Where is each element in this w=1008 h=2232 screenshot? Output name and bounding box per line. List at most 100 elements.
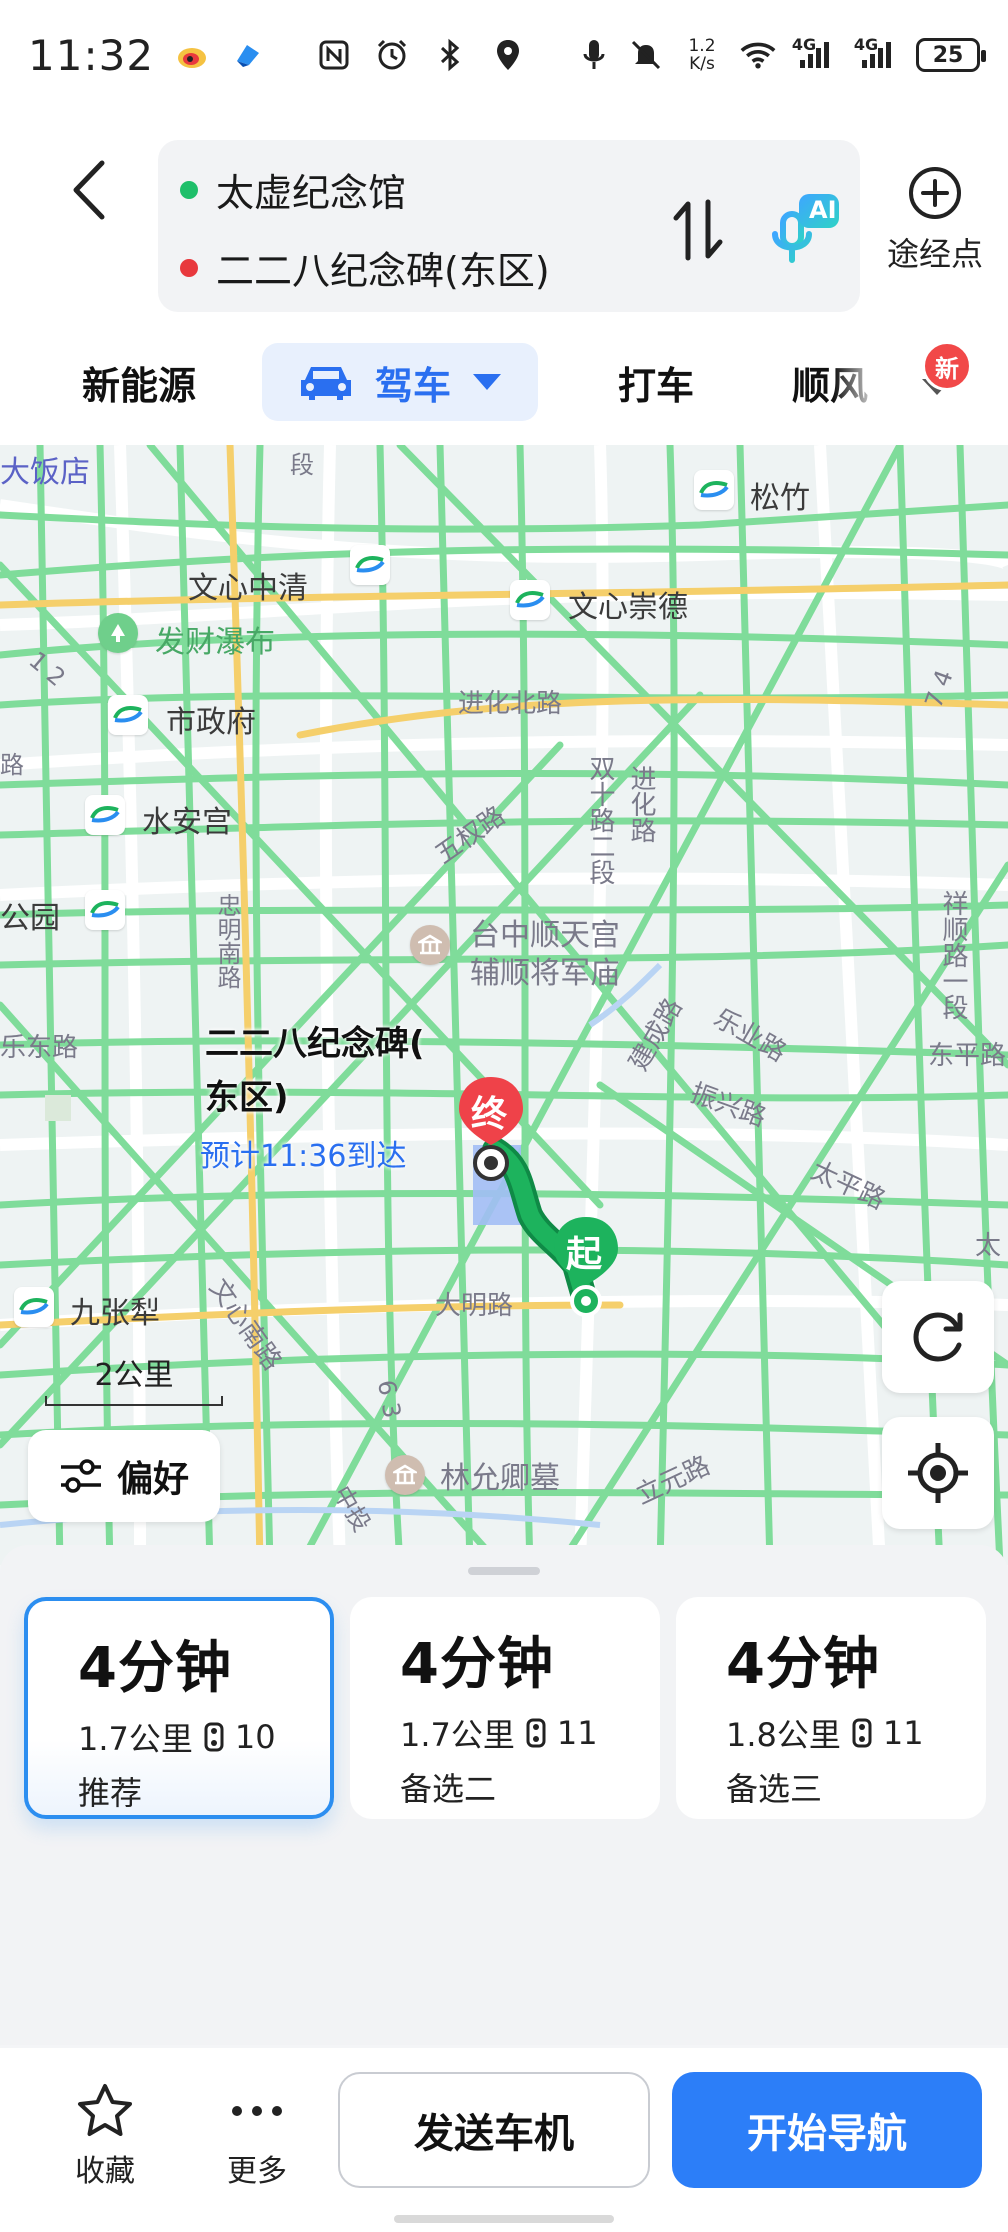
route-duration: 4分钟 xyxy=(400,1632,554,1697)
battery-icon: 25 xyxy=(916,38,986,72)
route-duration: 4分钟 xyxy=(78,1636,232,1701)
route-meta: 1.7公里 11 xyxy=(400,1714,598,1754)
map-label-shizhengfu: 市政府 xyxy=(166,705,256,740)
alarm-icon xyxy=(374,37,410,73)
send-to-car-button[interactable]: 发送车机 xyxy=(338,2072,650,2188)
start-dot xyxy=(180,180,198,199)
bluetooth-icon xyxy=(432,37,468,73)
map-label-dongping: 东平路 xyxy=(928,1041,1007,1071)
app-icon xyxy=(230,37,266,73)
map-label-shuianguan: 水安宫 xyxy=(142,805,232,840)
destination-title: 二二八纪念碑( 东区) xyxy=(205,1024,425,1118)
plus-circle-icon xyxy=(909,167,961,219)
map-label-jiuzhangli: 九张犁 xyxy=(70,1296,160,1331)
map-label-ledong: 乐东路 xyxy=(0,1033,79,1063)
route-options-sheet: 4分钟 1.7公里 10 推荐 4分钟 1.7公里 11 备选二 4分钟 1.8… xyxy=(0,1545,1008,2045)
preference-button[interactable]: 偏好 xyxy=(28,1430,220,1522)
map-label-facai: 发财瀑布 xyxy=(155,625,275,660)
locate-button[interactable] xyxy=(882,1417,994,1529)
traffic-light-icon xyxy=(204,1722,224,1752)
route-duration: 4分钟 xyxy=(726,1632,880,1697)
home-indicator[interactable] xyxy=(394,2215,614,2223)
chevron-left-icon xyxy=(73,160,105,220)
map-label-xiangshun: 祥顺路一段 xyxy=(938,890,968,1020)
route-input-box: 太虚纪念馆 二二八纪念碑(东区) AI xyxy=(158,140,860,312)
swap-button[interactable] xyxy=(663,190,733,270)
favorite-button[interactable]: 收藏 xyxy=(50,2076,160,2190)
status-bar: 11:32 1.2 K/s 4G 4G 25 xyxy=(0,0,1008,110)
tab-drive-label: 驾车 xyxy=(374,363,451,408)
start-marker[interactable]: 起 xyxy=(550,1215,622,1325)
metro-icon xyxy=(85,795,125,835)
add-waypoint-button[interactable]: 途经点 xyxy=(880,165,990,275)
more-dots-icon xyxy=(232,2106,282,2116)
ai-label: AI xyxy=(809,196,837,224)
sheet-handle[interactable] xyxy=(468,1567,540,1575)
action-bar: 收藏 更多 发送车机 开始导航 xyxy=(0,2048,1008,2232)
metro-icon xyxy=(350,545,390,585)
end-marker[interactable]: 终 xyxy=(455,1075,527,1185)
map-label-lu: 路 xyxy=(0,751,24,779)
swap-icon xyxy=(673,199,723,261)
route-option-card[interactable]: 4分钟 1.8公里 11 备选三 xyxy=(676,1597,986,1819)
route-meta: 1.7公里 10 xyxy=(78,1718,276,1758)
metro-icon xyxy=(14,1287,54,1327)
metro-icon xyxy=(85,890,125,930)
wifi-icon xyxy=(740,37,776,73)
map-label-jinhua-north: 进化北路 xyxy=(458,689,563,719)
refresh-button[interactable] xyxy=(882,1281,994,1393)
map-label-jinhua: 进化路 xyxy=(626,765,656,843)
start-navigation-button[interactable]: 开始导航 xyxy=(672,2072,982,2188)
traffic-light-icon xyxy=(852,1718,872,1748)
mic-icon xyxy=(576,37,612,73)
net-speed: 1.2 K/s xyxy=(688,36,716,74)
more-button[interactable]: 更多 xyxy=(202,2076,312,2190)
map-scale: 2公里 xyxy=(45,1350,223,1406)
tab-ride[interactable]: 顺风 xyxy=(792,343,868,421)
end-dot xyxy=(180,258,198,277)
ai-voice-button[interactable]: AI xyxy=(753,180,853,280)
route-option-card[interactable]: 4分钟 1.7公里 11 备选二 xyxy=(350,1597,660,1819)
waypoint-label: 途经点 xyxy=(886,235,983,273)
end-location-field[interactable]: 二二八纪念碑(东区) xyxy=(180,240,550,295)
location-icon xyxy=(490,37,526,73)
map-label-tai: 太 xyxy=(975,1231,1002,1261)
end-location-text: 二二八纪念碑(东区) xyxy=(216,249,550,293)
map-label-wenxin-chongde: 文心崇德 xyxy=(568,590,688,625)
mute-icon xyxy=(628,37,664,73)
caret-down-icon xyxy=(473,374,501,390)
tomb-icon xyxy=(385,1455,425,1495)
preference-label: 偏好 xyxy=(116,1459,189,1500)
route-header: 太虚纪念馆 二二八纪念碑(东区) AI 途经点 xyxy=(0,110,1008,325)
waterfall-icon xyxy=(98,613,138,653)
route-meta: 1.8公里 11 xyxy=(726,1714,924,1754)
signal-icon: 4G xyxy=(792,35,838,73)
map-view[interactable]: 大饭店 松竹 文心中清 文心崇德 发财瀑布 市政府 进化北路 水安宫 五权路 公… xyxy=(0,445,1008,1565)
route-option-card[interactable]: 4分钟 1.7公里 10 推荐 xyxy=(24,1597,334,1819)
car-icon xyxy=(300,367,351,400)
tab-ride-label: 顺风 xyxy=(792,355,868,410)
back-button[interactable] xyxy=(58,150,118,230)
tab-taxi[interactable]: 打车 xyxy=(618,343,694,421)
temple-icon xyxy=(410,925,450,965)
mode-tabs: 新能源 驾车 打车 顺风 新 xyxy=(0,325,1008,445)
refresh-icon xyxy=(913,1312,963,1362)
sliders-icon xyxy=(60,1459,101,1493)
tab-new-energy[interactable]: 新能源 xyxy=(82,343,196,421)
map-label-duan: 段 xyxy=(290,451,314,479)
metro-icon xyxy=(108,695,148,735)
map-label-daming: 大明路 xyxy=(435,1291,514,1321)
favorite-label: 收藏 xyxy=(75,2154,135,2189)
map-label-wenxin-zhongqing: 文心中清 xyxy=(188,571,308,606)
start-location-text: 太虚纪念馆 xyxy=(216,171,407,215)
tab-drive[interactable]: 驾车 xyxy=(262,343,538,421)
status-time: 11:32 xyxy=(28,30,155,80)
start-location-field[interactable]: 太虚纪念馆 xyxy=(180,162,406,217)
weibo-icon xyxy=(176,37,212,73)
metro-icon xyxy=(510,580,550,620)
signal-icon-2: 4G xyxy=(854,35,900,73)
more-label: 更多 xyxy=(227,2154,287,2189)
route-tag: 推荐 xyxy=(78,1774,143,1812)
new-badge: 新 xyxy=(922,341,972,391)
map-label-shuangshi: 双十路二段 xyxy=(585,755,615,885)
